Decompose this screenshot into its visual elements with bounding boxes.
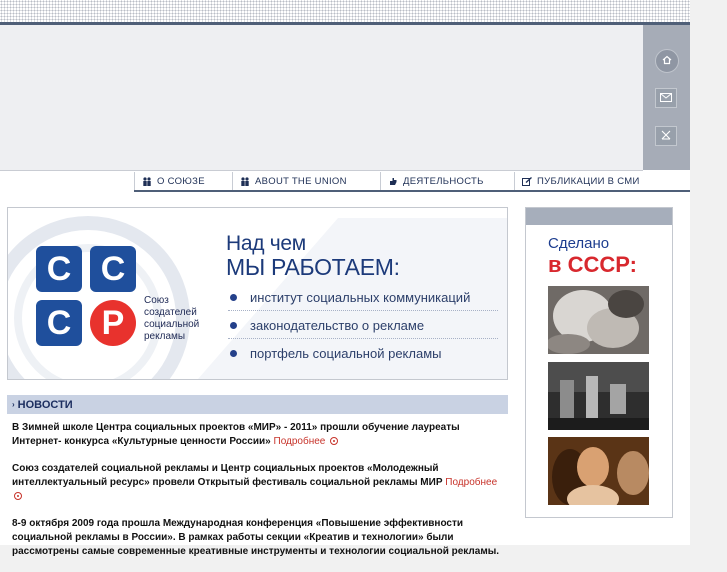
banner-list-item[interactable]: институт социальных коммуникаций — [228, 284, 498, 311]
hand-icon — [388, 177, 398, 186]
nav-item-label: О союзе — [157, 175, 205, 187]
nav-item-about-union[interactable]: About the union — [232, 172, 380, 190]
news-item-text: 8-9 октября 2009 года прошла Международн… — [12, 518, 500, 557]
logo-letter: С — [36, 246, 82, 292]
logo-letter: С — [36, 300, 82, 346]
news-header-label: НОВОСТИ — [17, 398, 73, 411]
logo-caption: Союз создателей социальной рекламы — [144, 295, 200, 342]
mail-icon — [660, 89, 672, 107]
header-separator — [0, 170, 643, 171]
sitemap-icon — [661, 127, 671, 145]
made-in-ussr-box[interactable]: Сделано в СССР: — [525, 207, 673, 518]
made-in-ussr-box-header — [526, 208, 672, 225]
mail-button[interactable] — [655, 88, 677, 108]
news-item-text: В Зимней школе Центра социальных проекто… — [12, 422, 460, 447]
side-panel — [643, 25, 690, 170]
bullet-icon — [230, 349, 237, 357]
people-icon — [240, 176, 250, 186]
banner-list-item-label: законодательство о рекламе — [250, 317, 425, 333]
ussr-photo-room[interactable] — [548, 362, 649, 430]
nav-item-publications[interactable]: Публикации в СМИ — [514, 172, 690, 190]
logo-letter: Р — [90, 300, 136, 346]
nav-item-about[interactable]: О союзе — [134, 172, 232, 190]
edit-icon — [522, 176, 532, 186]
news-item: 8-9 октября 2009 года прошла Международн… — [12, 517, 508, 559]
made-in-ussr-title: Сделано в СССР: — [548, 234, 638, 277]
nav-item-label: Деятельность — [403, 175, 484, 187]
banner-list-item-label: институт социальных коммуникаций — [250, 289, 471, 305]
nav-item-label: About the union — [255, 175, 347, 187]
bullet-icon — [230, 321, 237, 329]
banner-title-line2: МЫ РАБОТАЕМ: — [226, 254, 400, 280]
page: О союзе About the union Деятельность Пуб… — [0, 0, 690, 557]
more-link[interactable]: Подробнее — [274, 436, 339, 447]
bullet-icon — [230, 293, 237, 301]
news-list: В Зимней школе Центра социальных проекто… — [12, 421, 508, 572]
nav-item-activity[interactable]: Деятельность — [380, 172, 514, 190]
banner-list-item-label: портфель социальной рекламы — [250, 345, 442, 361]
home-button[interactable] — [655, 49, 679, 73]
banner-list-item[interactable]: законодательство о рекламе — [228, 312, 498, 339]
news-item: Союз создателей социальной рекламы и Цен… — [12, 462, 508, 504]
what-we-work-on-banner[interactable]: С С С Р Союз создателей социальной рекла… — [7, 207, 508, 380]
logo-letter: С — [90, 246, 136, 292]
header-area — [0, 25, 643, 170]
ussr-photo-portrait[interactable] — [548, 437, 649, 505]
people-icon — [142, 176, 152, 186]
dotted-top-strip — [0, 0, 690, 22]
more-link-label: Подробнее — [445, 477, 498, 488]
circle-arrow-icon — [14, 492, 22, 501]
news-item: В Зимней школе Центра социальных проекто… — [12, 421, 508, 449]
made-in-ussr-line2: в СССР: — [548, 252, 638, 277]
banner-list-item[interactable]: портфель социальной рекламы — [228, 340, 498, 366]
sssr-logo: С С С Р — [36, 246, 144, 354]
home-icon — [662, 52, 672, 70]
arrow-right-icon: › — [12, 400, 15, 409]
circle-arrow-icon — [330, 437, 339, 446]
main-nav: О союзе About the union Деятельность Пуб… — [134, 172, 690, 192]
news-header: › НОВОСТИ — [7, 395, 508, 414]
banner-list: институт социальных коммуникаций законод… — [228, 284, 498, 367]
ussr-photo-mother[interactable] — [548, 286, 649, 354]
sitemap-button[interactable] — [655, 126, 677, 146]
nav-item-label: Публикации в СМИ — [537, 175, 640, 187]
made-in-ussr-line1: Сделано — [548, 235, 610, 252]
more-link-label: Подробнее — [273, 436, 326, 447]
banner-title-line1: Над чем — [226, 232, 306, 255]
news-item-text: Союз создателей социальной рекламы и Цен… — [12, 463, 443, 488]
